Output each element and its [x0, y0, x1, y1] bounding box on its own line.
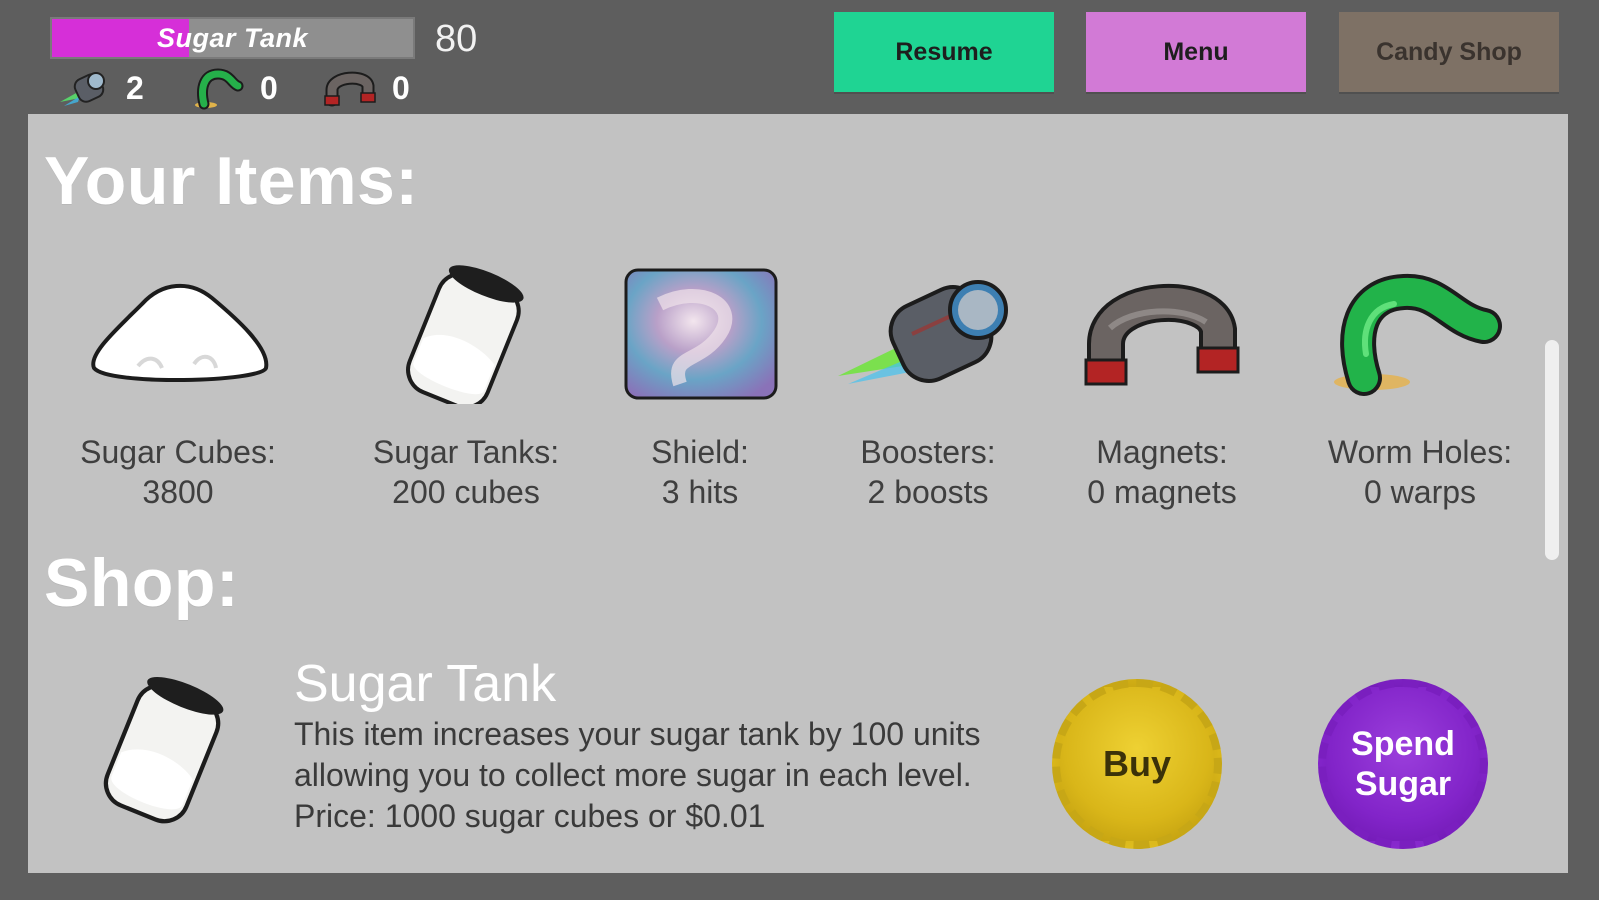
spend-sugar-button[interactable]: Spend Sugar [1318, 679, 1488, 849]
sugar-jar-icon [103, 676, 224, 824]
sugar-pile-icon [91, 284, 269, 382]
sugar-tank-label: Sugar Tank [156, 22, 309, 53]
booster-icon [838, 280, 1008, 384]
item-sugar-cubes: Sugar Cubes: 3800 [58, 264, 298, 512]
inventory-shop-panel: Your Items: Sugar Cubes: 3800 Sugar Tank… [28, 114, 1568, 873]
magnet-counter: 0 [322, 66, 410, 110]
worm-hole-count: 0 [260, 69, 278, 106]
item-label: Magnets: [1096, 434, 1228, 470]
sugar-tank-bar: Sugar Tank [50, 17, 415, 59]
worm-hole-icon [1334, 273, 1502, 396]
item-value: 2 boosts [867, 474, 989, 510]
sugar-jar-icon [406, 265, 524, 404]
item-value: 3 hits [661, 474, 739, 510]
menu-button[interactable]: Menu [1086, 12, 1306, 92]
candy-shop-button[interactable]: Candy Shop [1339, 12, 1559, 92]
item-magnets: Magnets: 0 magnets [1042, 264, 1282, 512]
magnet-icon [1084, 283, 1240, 386]
resume-button[interactable]: Resume [834, 12, 1054, 92]
item-label: Sugar Cubes: [80, 434, 276, 470]
magnet-count: 0 [392, 69, 410, 106]
item-shield: Shield: 3 hits [580, 264, 820, 512]
magnet-icon [324, 71, 376, 107]
sugar-tank-value: 80 [435, 18, 478, 60]
worm-hole-icon [195, 68, 244, 110]
item-label: Boosters: [860, 434, 996, 470]
item-label: Worm Holes: [1327, 434, 1513, 470]
item-label: Shield: [651, 434, 749, 470]
item-label: Sugar Tanks: [372, 434, 560, 470]
item-value: 0 magnets [1087, 474, 1237, 510]
shop-heading: Shop: [44, 545, 240, 621]
item-value: 200 cubes [392, 474, 540, 510]
your-items-heading: Your Items: [44, 143, 419, 219]
panel-scrollbar[interactable] [1545, 340, 1559, 560]
shop-product-description: This item increases your sugar tank by 1… [294, 716, 981, 834]
booster-counter: 2 [56, 66, 144, 110]
worm-hole-counter: 0 [190, 66, 278, 110]
item-boosters: Boosters: 2 boosts [808, 264, 1048, 512]
shop-product-name: Sugar Tank [294, 655, 557, 713]
booster-icon [60, 72, 105, 106]
item-worm-holes: Worm Holes: 0 warps [1300, 264, 1540, 512]
item-value: 0 warps [1363, 474, 1477, 510]
buy-button[interactable]: Buy [1052, 679, 1222, 849]
item-value: 3800 [142, 474, 214, 510]
shield-icon [624, 268, 778, 400]
booster-count: 2 [126, 69, 144, 106]
item-sugar-tanks: Sugar Tanks: 200 cubes [346, 264, 586, 512]
